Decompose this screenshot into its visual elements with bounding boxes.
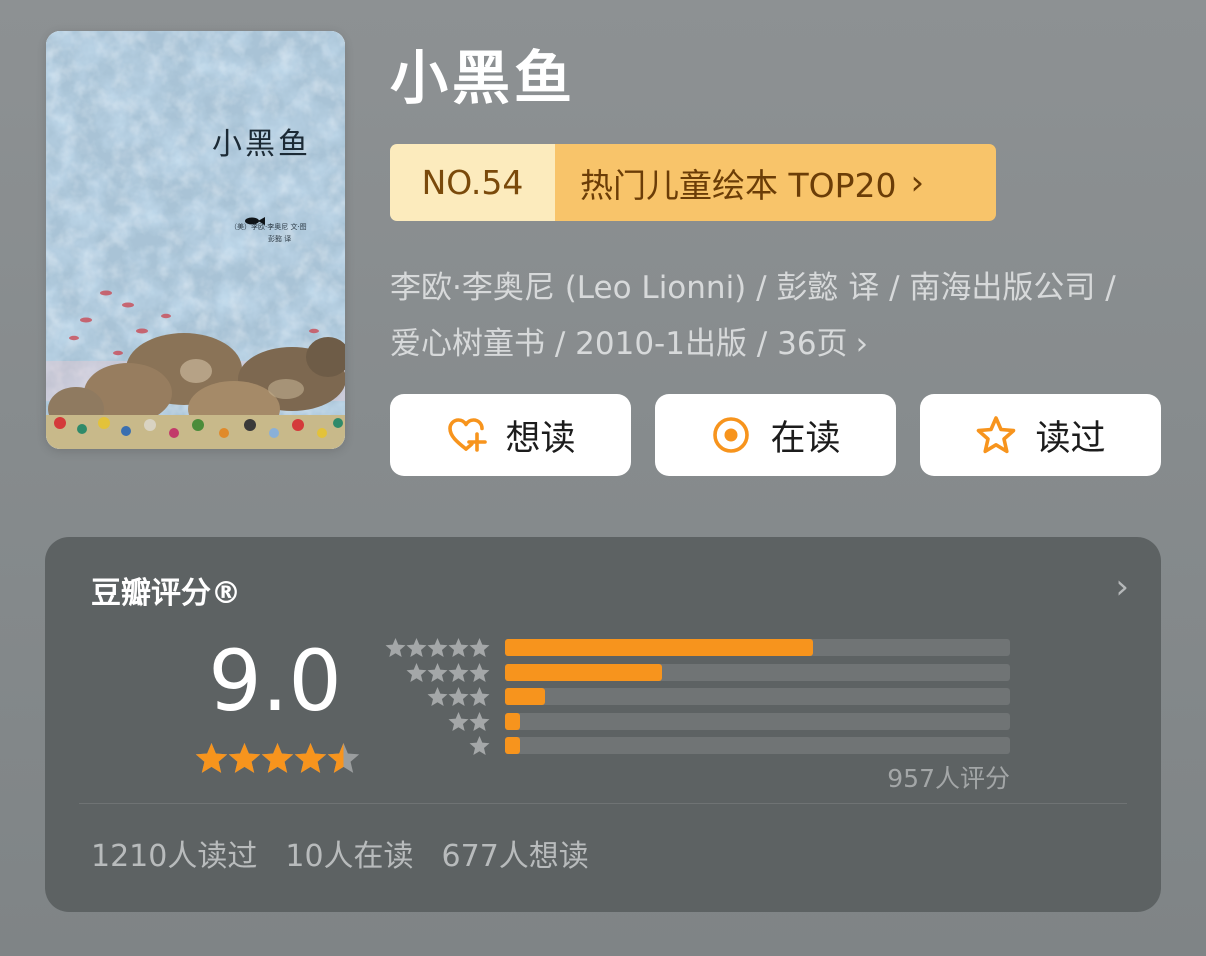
star-icon [427, 638, 448, 657]
book-title: 小黑鱼 [390, 44, 577, 112]
rating-count: 957人评分 [887, 764, 1010, 793]
distribution-track [505, 712, 1010, 730]
distribution-row-5-star [382, 637, 1012, 659]
star-icon [427, 687, 448, 706]
distribution-bar [505, 639, 814, 656]
star-filled-icon [294, 743, 327, 773]
star-outline-icon [975, 414, 1017, 456]
star-icon [448, 711, 469, 731]
distribution-track [505, 639, 1010, 656]
distribution-row-2-star [382, 711, 1012, 733]
distribution-bar [505, 663, 662, 681]
book-cover[interactable]: 小黑鱼 （美）李欧·李奥尼 文·图 彭懿 译 [46, 31, 345, 449]
heart-plus-icon [445, 414, 488, 456]
reader-stats: 1210人读过 10人在读 677人想读 [91, 831, 617, 875]
distribution-stars [427, 686, 490, 708]
rating-card[interactable]: 豆瓣评分® › 9.0 957人评分 1210人读过 10人在读 677人想读 [45, 537, 1161, 912]
rating-score: 9.0 [208, 632, 342, 730]
rating-distribution [382, 637, 1012, 757]
distribution-stars [448, 711, 490, 733]
distribution-row-3-star [382, 686, 1012, 708]
distribution-row-1-star [382, 735, 1012, 757]
star-icon [469, 687, 490, 706]
cover-author-credit: （美）李欧·李奥尼 文·图 [230, 223, 307, 231]
star-filled-icon [261, 743, 294, 773]
distribution-stars [385, 637, 490, 659]
star-filled-icon [228, 743, 261, 773]
ranking-badge[interactable]: NO.54 热门儿童绘本 TOP20 › [390, 144, 996, 221]
star-icon [448, 662, 469, 682]
star-icon [448, 687, 469, 706]
rank-number: NO.54 [390, 144, 555, 221]
book-meta-line-1: 李欧·李奥尼 (Leo Lionni) / 彭懿 译 / 南海出版公司 / [390, 270, 1116, 306]
star-icon [406, 662, 427, 682]
divider [79, 803, 1127, 804]
book-meta-line-2-text: 爱心树童书 / 2010-1出版 / 36页 [390, 326, 848, 362]
rating-title: 豆瓣评分® [91, 576, 241, 611]
star-icon [385, 638, 406, 657]
want-to-read-button[interactable]: 想读 [390, 394, 631, 476]
book-meta-line-2: 爱心树童书 / 2010-1出版 / 36页 › [390, 316, 1180, 372]
have-read-button[interactable]: 读过 [920, 394, 1161, 476]
reading-label: 在读 [770, 418, 841, 459]
distribution-stars [406, 662, 490, 684]
distribution-stars [469, 735, 490, 757]
distribution-bar [505, 688, 546, 705]
score-stars-svg [195, 743, 360, 773]
want-count: 677人想读 [441, 839, 589, 874]
distribution-bar [505, 737, 521, 754]
cover-credit: （美）李欧·李奥尼 文·图 彭懿 译 [230, 221, 330, 245]
have-read-label: 读过 [1035, 418, 1106, 459]
distribution-bar [505, 712, 521, 730]
star-filled-icon [195, 743, 228, 773]
cover-title: 小黑鱼 [212, 127, 311, 162]
cover-translator-credit: 彭懿 译 [268, 235, 292, 243]
rank-list: 热门儿童绘本 TOP20 › [555, 144, 996, 221]
distribution-row-4-star [382, 662, 1012, 684]
distribution-track [505, 737, 1010, 754]
want-to-read-label: 想读 [505, 418, 576, 459]
star-icon [427, 662, 448, 682]
star-icon [469, 736, 490, 755]
rank-list-name: 热门儿童绘本 TOP20 [580, 165, 897, 205]
chevron-right-icon[interactable]: › [1115, 567, 1129, 607]
star-icon [448, 638, 469, 657]
star-icon [469, 711, 490, 731]
distribution-track [505, 663, 1010, 681]
reading-button[interactable]: 在读 [655, 394, 896, 476]
target-circle-icon [710, 414, 752, 456]
chevron-right-icon: › [855, 326, 868, 362]
book-meta[interactable]: 李欧·李奥尼 (Leo Lionni) / 彭懿 译 / 南海出版公司 / 爱心… [390, 260, 1180, 372]
distribution-track [505, 688, 1010, 705]
reading-count: 10人在读 [285, 839, 414, 874]
star-icon [469, 638, 490, 657]
read-count: 1210人读过 [91, 839, 258, 874]
star-icon [469, 662, 490, 682]
chevron-right-icon: › [910, 162, 925, 203]
star-icon [406, 638, 427, 657]
rating-stars [193, 740, 368, 781]
